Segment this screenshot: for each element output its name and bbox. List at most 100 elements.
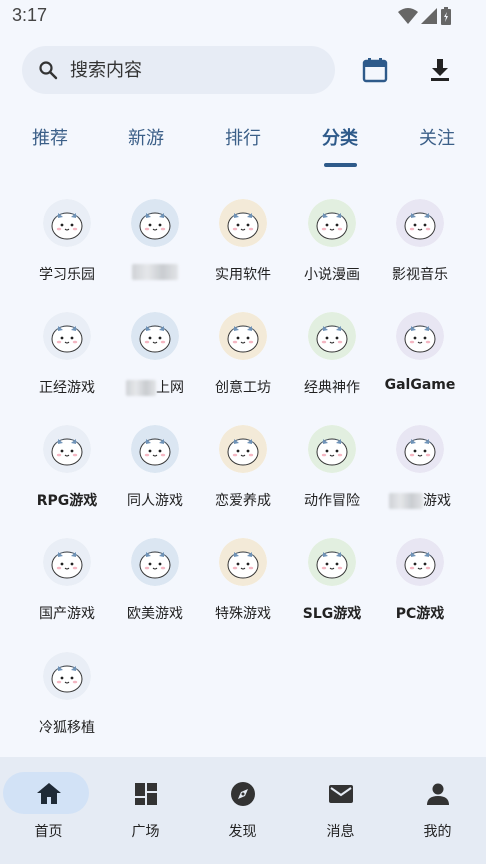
- category-label: 游戏: [375, 490, 465, 510]
- category-label: 国产游戏: [22, 603, 112, 623]
- tab-recommend[interactable]: 推荐: [30, 124, 70, 154]
- category-item[interactable]: 动作冒险: [287, 425, 377, 521]
- category-label-text: RPG游戏: [36, 493, 98, 509]
- category-avatar: [131, 538, 179, 586]
- category-label-text: 恋爱养成: [215, 493, 271, 509]
- mascot-icon: [396, 199, 444, 247]
- category-label: 特殊游戏: [198, 603, 288, 623]
- redacted-text: [389, 493, 423, 509]
- category-item[interactable]: 学习乐园: [22, 199, 112, 295]
- category-item[interactable]: 上网: [110, 312, 200, 408]
- category-avatar: [43, 312, 91, 360]
- category-label: RPG游戏: [22, 490, 112, 510]
- category-item[interactable]: RPG游戏: [22, 425, 112, 521]
- category-avatar: [43, 425, 91, 473]
- category-item[interactable]: 影视音乐: [375, 199, 465, 295]
- category-label-text: GalGame: [384, 377, 456, 393]
- mascot-icon: [131, 199, 179, 247]
- redacted-text: [126, 380, 156, 396]
- category-item[interactable]: 冷狐移植: [22, 652, 112, 748]
- nav-item-messages[interactable]: 消息: [292, 757, 389, 864]
- category-avatar: [396, 199, 444, 247]
- category-item[interactable]: GalGame: [375, 312, 465, 408]
- nav-item-home[interactable]: 首页: [0, 757, 97, 864]
- compass-icon: [230, 782, 255, 806]
- category-label: 经典神作: [287, 377, 377, 397]
- category-item[interactable]: 游戏: [375, 425, 465, 521]
- category-label: 正经游戏: [22, 377, 112, 397]
- category-avatar: [131, 425, 179, 473]
- mascot-icon: [219, 538, 267, 586]
- category-label-text: 小说漫画: [304, 267, 360, 283]
- mascot-icon: [219, 312, 267, 360]
- tab-ranking[interactable]: 排行: [223, 124, 263, 154]
- mascot-icon: [308, 425, 356, 473]
- bottom-navigation: 首页 广场 发现 消息 我的: [0, 757, 486, 864]
- category-item[interactable]: 实用软件: [198, 199, 288, 295]
- wifi-icon: [398, 8, 418, 24]
- category-label: 影视音乐: [375, 264, 465, 284]
- tab-following[interactable]: 关注: [417, 124, 457, 154]
- category-item[interactable]: [110, 199, 200, 295]
- category-item[interactable]: 经典神作: [287, 312, 377, 408]
- category-item[interactable]: 恋爱养成: [198, 425, 288, 521]
- category-item[interactable]: 国产游戏: [22, 538, 112, 634]
- category-item[interactable]: 欧美游戏: [110, 538, 200, 634]
- category-avatar: [131, 199, 179, 247]
- category-item[interactable]: 同人游戏: [110, 425, 200, 521]
- category-label-text: 同人游戏: [127, 493, 183, 509]
- category-label: 创意工坊: [198, 377, 288, 397]
- category-label-text: 上网: [156, 380, 184, 396]
- category-label: 恋爱养成: [198, 490, 288, 510]
- category-label: 实用软件: [198, 264, 288, 284]
- category-avatar: [308, 199, 356, 247]
- nav-item-discover[interactable]: 发现: [194, 757, 291, 864]
- download-icon[interactable]: [427, 57, 453, 83]
- category-item[interactable]: 正经游戏: [22, 312, 112, 408]
- category-avatar: [219, 199, 267, 247]
- mascot-icon: [43, 425, 91, 473]
- category-label: PC游戏: [375, 603, 465, 623]
- person-icon: [426, 783, 449, 805]
- category-avatar: [43, 538, 91, 586]
- mascot-icon: [308, 312, 356, 360]
- mascot-icon: [43, 199, 91, 247]
- category-item[interactable]: SLG游戏: [287, 538, 377, 634]
- category-label: 同人游戏: [110, 490, 200, 510]
- nav-item-profile[interactable]: 我的: [389, 757, 486, 864]
- category-label: 学习乐园: [22, 264, 112, 284]
- category-item[interactable]: PC游戏: [375, 538, 465, 634]
- search-icon: [39, 61, 58, 80]
- category-label: GalGame: [375, 377, 465, 393]
- category-label-text: 学习乐园: [39, 267, 95, 283]
- category-avatar: [396, 538, 444, 586]
- battery-icon: [441, 7, 451, 25]
- category-avatar: [396, 425, 444, 473]
- nav-label-profile: 我的: [423, 824, 452, 840]
- nav-item-square[interactable]: 广场: [97, 757, 194, 864]
- category-item[interactable]: 特殊游戏: [198, 538, 288, 634]
- tab-categories[interactable]: 分类: [320, 124, 360, 154]
- category-label-text: PC游戏: [395, 606, 445, 622]
- mascot-icon: [43, 312, 91, 360]
- mascot-icon: [219, 199, 267, 247]
- nav-label-square: 广场: [131, 824, 160, 840]
- category-label: 冷狐移植: [22, 717, 112, 737]
- category-avatar: [308, 425, 356, 473]
- category-label-text: 游戏: [423, 493, 451, 509]
- category-label-text: 特殊游戏: [215, 606, 271, 622]
- calendar-icon[interactable]: [361, 56, 389, 84]
- redacted-text: [132, 264, 178, 280]
- tab-new-games[interactable]: 新游: [126, 124, 166, 154]
- nav-label-messages: 消息: [326, 824, 355, 840]
- search-bar[interactable]: [22, 46, 335, 94]
- search-input[interactable]: [70, 46, 320, 94]
- category-avatar: [43, 652, 91, 700]
- category-item[interactable]: 创意工坊: [198, 312, 288, 408]
- mascot-icon: [396, 538, 444, 586]
- status-icons: [398, 6, 452, 26]
- category-avatar: [308, 312, 356, 360]
- category-item[interactable]: 小说漫画: [287, 199, 377, 295]
- category-avatar: [219, 538, 267, 586]
- category-label-text: 正经游戏: [39, 380, 95, 396]
